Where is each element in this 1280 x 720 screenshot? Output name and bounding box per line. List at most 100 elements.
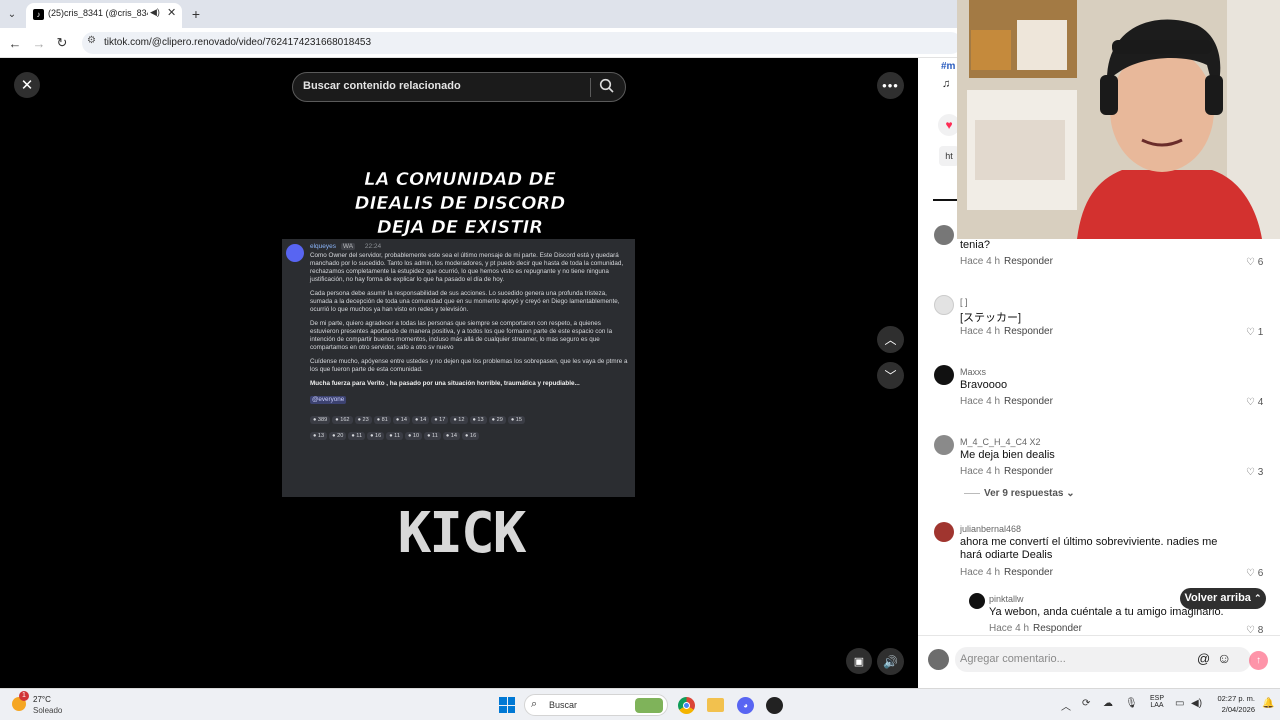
start-tile [507, 705, 515, 713]
reply-button[interactable]: Responder [1033, 623, 1082, 634]
comment-text: [ステッカー] [960, 312, 1022, 324]
language-indicator[interactable]: ESP LAA [1147, 695, 1167, 709]
avatar[interactable] [934, 522, 954, 542]
taskbar-search[interactable]: ⌕ Buscar [524, 694, 668, 716]
avatar[interactable] [934, 295, 954, 315]
floating-player-icon[interactable]: ▣ [846, 648, 872, 674]
back-to-top-label: Volver arriba [1184, 592, 1251, 604]
like-count: 1 [1257, 327, 1264, 338]
site-info-icon[interactable]: ⚙ [87, 35, 96, 46]
discord-reaction: ● 14 [442, 432, 461, 440]
browser-tab[interactable]: ♪ (25)cris_8341 (@cris_8341) ◀) ✕ [26, 3, 182, 28]
more-options-icon[interactable]: ••• [877, 72, 904, 99]
start-tile [499, 705, 507, 713]
comment-like[interactable]: ♡ 6 [1246, 568, 1263, 579]
comment-username[interactable]: M_4_C_H_4_C4 X2 [960, 437, 1041, 447]
avatar[interactable] [934, 225, 954, 245]
comment-username[interactable]: Maxxs [960, 367, 986, 377]
weather-widget[interactable]: 1 27°C Soleado [10, 691, 70, 717]
send-comment-button[interactable]: ↑ [1249, 651, 1268, 670]
discord-tag: WA [340, 243, 356, 250]
clock[interactable]: 02:27 p. m. 2/04/2026 [1207, 694, 1255, 714]
reply-button[interactable]: Responder [1004, 256, 1053, 267]
reply-button[interactable]: Responder [1004, 466, 1053, 477]
reply-button[interactable]: Responder [1004, 567, 1053, 578]
discord-username: elqueyes [310, 243, 337, 250]
volume-tray-icon[interactable]: ◀) [1191, 698, 1202, 709]
discord-reaction: ● 389 [310, 416, 331, 424]
network-icon[interactable]: ▭ [1175, 698, 1184, 709]
comment-like[interactable]: ♡ 3 [1246, 467, 1263, 478]
avatar[interactable] [969, 593, 985, 609]
tab-close-icon[interactable]: ✕ [167, 6, 176, 19]
discord-reaction: ● 20 [329, 432, 347, 440]
discord-reaction: ● 23 [354, 416, 372, 424]
volume-icon[interactable]: 🔊 [877, 648, 904, 675]
comment-input-placeholder: Agregar comentario... [960, 653, 1066, 665]
url-field[interactable]: ⚙ tiktok.com/@clipero.renovado/video/762… [82, 32, 962, 54]
comment-username[interactable]: julianbernal468 [960, 524, 1021, 534]
tray-app-icon[interactable]: ☁ [1103, 698, 1113, 709]
clock-date: 2/04/2026 [1221, 705, 1255, 714]
tray-app-icon[interactable]: ⟳ [1082, 698, 1090, 709]
file-explorer-icon[interactable] [707, 698, 724, 712]
discord-reaction: ● 16 [367, 432, 385, 440]
windows-taskbar: 1 27°C Soleado ⌕ Buscar ◕ ︿ ⟳ ☁ 🎙 ESP LA… [0, 688, 1280, 720]
comment-username[interactable]: pinktallw [989, 594, 1024, 604]
show-hidden-icons[interactable]: ︿ [1061, 698, 1071, 713]
link-partial[interactable]: ht [939, 146, 959, 166]
avatar[interactable] [934, 435, 954, 455]
comment-time: Hace 4 h [960, 256, 1001, 267]
discord-reaction: ● 13 [310, 432, 328, 440]
back-to-top-button[interactable]: Volver arriba ⌃ [1180, 588, 1266, 609]
reload-icon[interactable]: ↻ [53, 34, 71, 52]
comment-time: Hace 4 h [960, 567, 1001, 578]
discord-reaction: ● 16 [462, 432, 480, 440]
avatar[interactable] [934, 365, 954, 385]
back-arrow-icon[interactable]: ← [6, 34, 24, 52]
taskbar-search-label: Buscar [549, 700, 578, 710]
related-search-bar[interactable]: Buscar contenido relacionado [292, 72, 626, 102]
previous-video-icon[interactable]: ︿ [877, 326, 904, 353]
weather-temp: 27°C [33, 695, 51, 704]
avatar[interactable] [928, 649, 949, 670]
comment-username[interactable]: [ ] [960, 297, 968, 307]
hashtag-partial[interactable]: #m [941, 61, 955, 72]
chevron-down-icon: ⌄ [1066, 488, 1075, 499]
discord-time: 22:24 [364, 243, 382, 250]
related-search-input[interactable]: Buscar contenido relacionado [303, 80, 461, 92]
tab-list-icon[interactable]: ⌄ [4, 6, 20, 22]
close-icon[interactable]: ✕ [14, 72, 40, 98]
comment-like[interactable]: ♡ 1 [1246, 327, 1263, 338]
view-replies-button[interactable]: Ver 9 respuestas ⌄ [964, 488, 1075, 499]
emoji-icon[interactable]: ☺ [1217, 650, 1231, 666]
comment-like[interactable]: ♡ 4 [1246, 397, 1263, 408]
tray-app-icon[interactable]: 🎙 [1125, 698, 1138, 709]
keyboard-layout: LAA [1150, 702, 1164, 709]
reply-button[interactable]: Responder [1004, 396, 1053, 407]
like-count: 6 [1257, 257, 1264, 268]
discord-icon[interactable]: ◕ [737, 697, 754, 714]
like-count: 3 [1257, 467, 1264, 478]
comment-input[interactable]: Agregar comentario... @ ☺ [955, 647, 1251, 672]
tab-audio-icon[interactable]: ◀) [150, 7, 160, 18]
comment-like[interactable]: ♡ 6 [1246, 257, 1263, 268]
view-replies-label: Ver 9 respuestas [984, 488, 1064, 499]
next-video-icon[interactable]: ﹀ [877, 362, 904, 389]
new-tab-icon[interactable]: + [188, 6, 204, 22]
windows-start-icon[interactable] [499, 697, 515, 713]
search-icon[interactable] [599, 78, 615, 94]
mention-icon[interactable]: @ [1197, 651, 1210, 666]
app-icon[interactable] [766, 697, 783, 714]
chrome-icon[interactable] [678, 697, 695, 714]
discord-paragraph-1: Como Owner del servidor, probablemente e… [310, 252, 624, 283]
forward-arrow-icon[interactable]: → [30, 34, 48, 52]
notifications-icon[interactable]: 🔔 [1262, 698, 1274, 709]
search-icon: ⌕ [531, 698, 538, 710]
reply-button[interactable]: Responder [1004, 326, 1053, 337]
discord-reaction: ● 11 [386, 432, 403, 440]
kick-logo-text: KICK [397, 501, 527, 566]
panel-divider [918, 635, 1280, 636]
notification-badge: 1 [19, 691, 29, 701]
video-frame[interactable]: LA COMUNIDAD DE DIEALIS DE DISCORD DEJA … [282, 58, 635, 688]
